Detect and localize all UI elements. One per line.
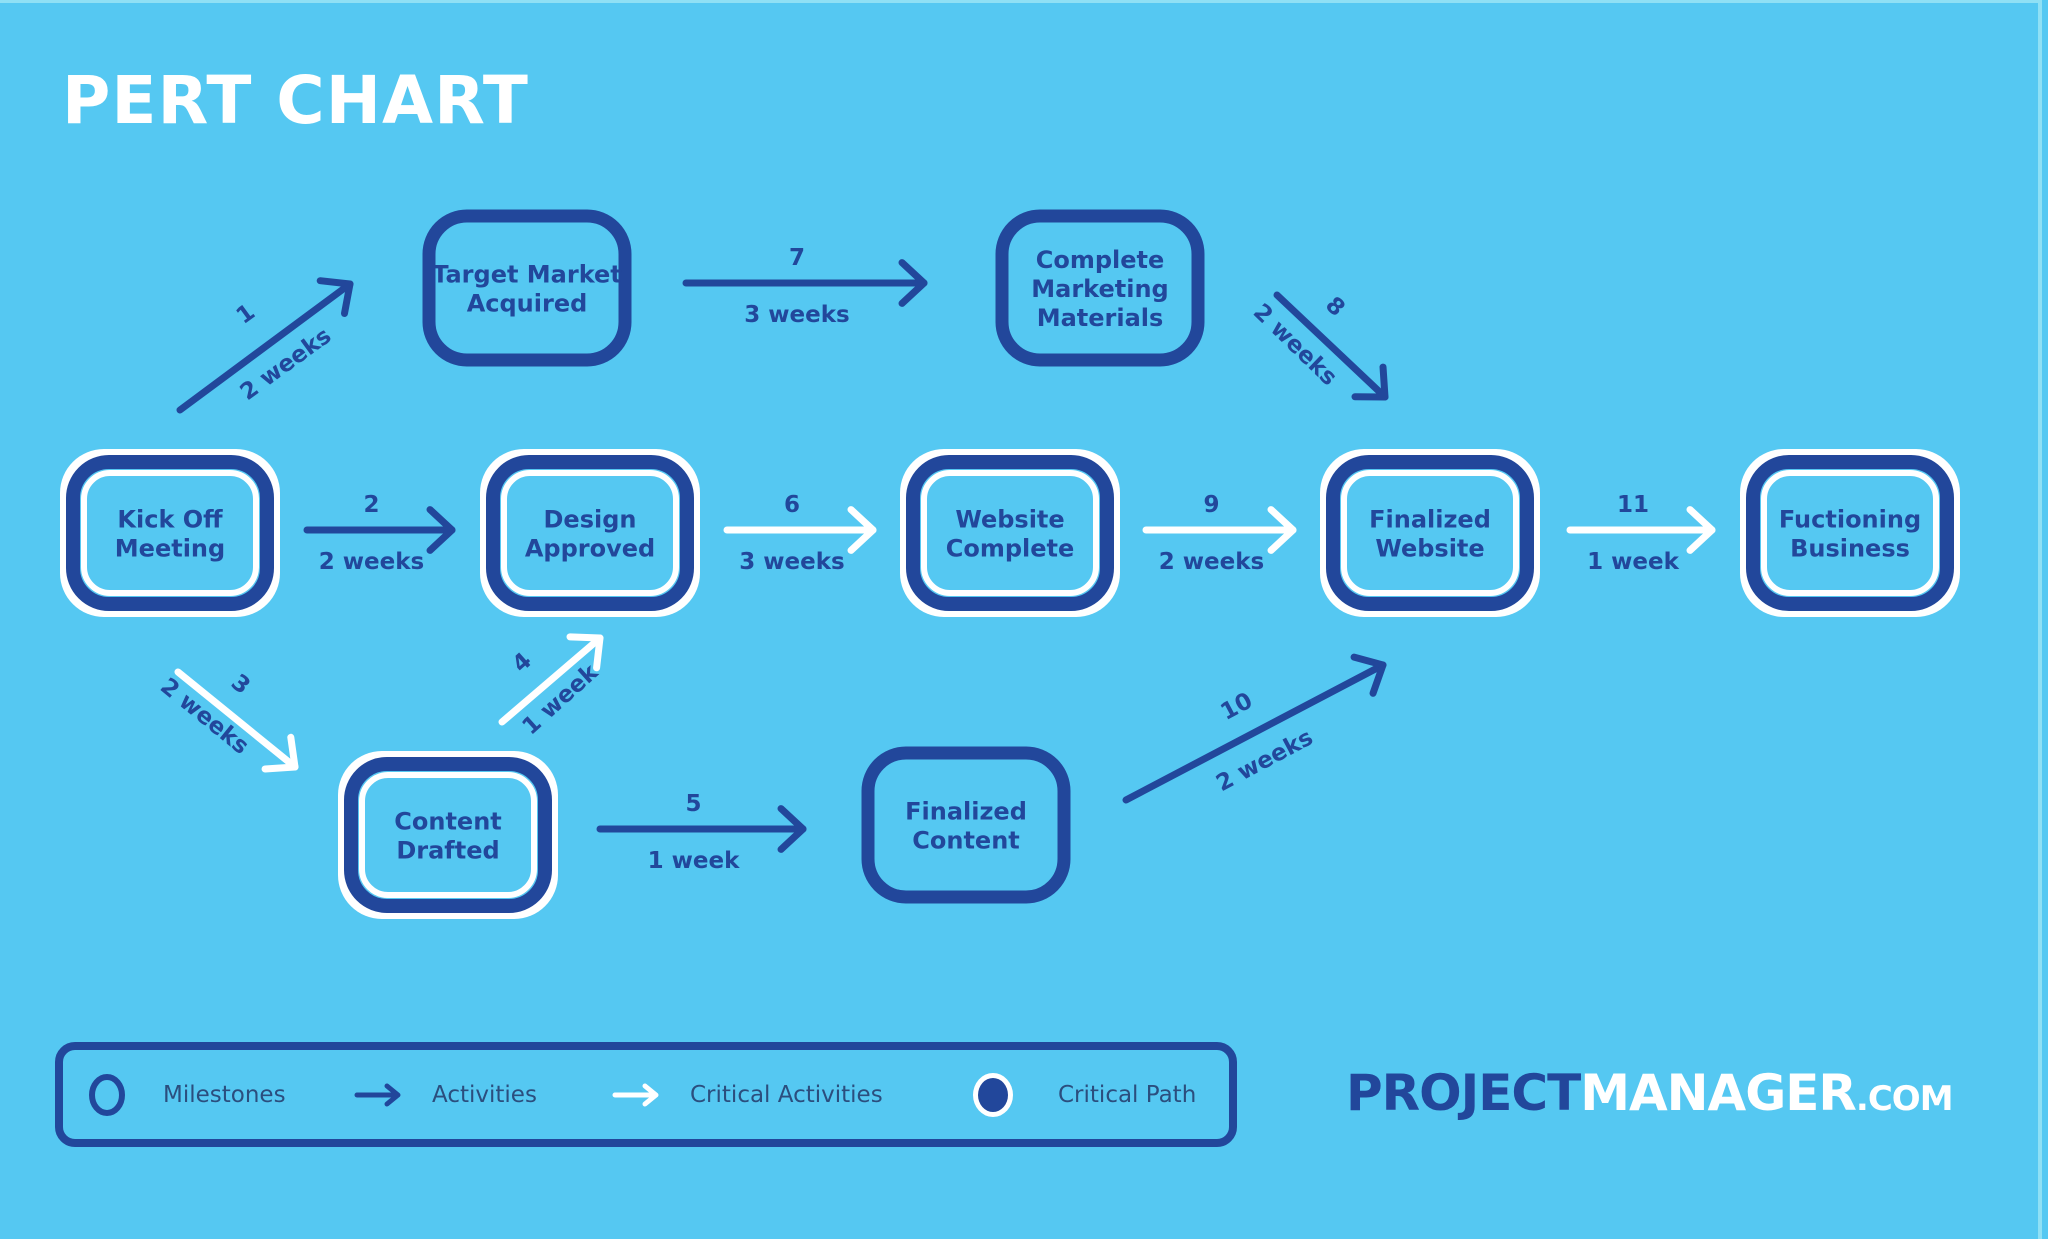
activity-arrow-4: 41 week: [498, 633, 604, 740]
legend-label: Critical Activities: [690, 1081, 883, 1108]
milestone-label: Design: [544, 506, 637, 534]
milestone-label: Finalized: [905, 798, 1027, 826]
projectmanager-logo: PROJECTMANAGER.COM: [1346, 1064, 1954, 1122]
milestone-design: DesignApproved: [480, 449, 700, 617]
activity-arrow-9: 9 2 weeks: [1142, 492, 1297, 575]
milestone-label: Content: [394, 808, 502, 836]
activity-arrow-2: 2 2 weeks: [303, 492, 456, 575]
milestone-label: Marketing: [1031, 275, 1168, 303]
activity-arrow-7: 7 3 weeks: [682, 245, 928, 328]
milestone-marketing: CompleteMarketingMaterials: [995, 209, 1205, 367]
activity-arrow-3: 32 weeks: [155, 668, 299, 773]
milestone-business: FuctioningBusiness: [1740, 449, 1960, 617]
activity-arrow-8: 82 weeks: [1248, 291, 1389, 401]
legend-item-activities: Activities: [353, 1050, 537, 1139]
activity-number: 10: [1216, 688, 1256, 726]
logo-part-manager: MANAGER: [1580, 1064, 1857, 1122]
milestone-label: Drafted: [396, 837, 499, 865]
logo-part-project: PROJECT: [1346, 1064, 1581, 1122]
milestone-label: Target Market: [432, 261, 622, 289]
legend-label: Milestones: [163, 1081, 286, 1108]
legend: Milestones Activities Critical Activitie…: [55, 1042, 1237, 1147]
milestone-label: Approved: [525, 535, 655, 563]
activity-number: 4: [508, 648, 537, 678]
activity-duration: 1 week: [648, 848, 740, 874]
milestone-label: Website: [955, 506, 1064, 534]
activity-number: 7: [789, 245, 805, 271]
activity-number: 11: [1617, 492, 1649, 518]
activity-duration: 3 weeks: [744, 302, 849, 328]
activity-number: 1: [232, 299, 260, 329]
activity-arrow-10: 102 weeks: [1122, 653, 1387, 804]
activity-arrow-11: 11 1 week: [1566, 492, 1716, 575]
milestone-label: Website: [1375, 535, 1484, 563]
milestone-label: Meeting: [115, 535, 225, 563]
activity-duration: 2 weeks: [1159, 549, 1264, 575]
activity-number: 6: [784, 492, 800, 518]
activity-number: 8: [1320, 292, 1350, 322]
activity-duration: 3 weeks: [739, 549, 844, 575]
activity-duration: 1 week: [1587, 549, 1679, 575]
milestone-finalweb: FinalizedWebsite: [1320, 449, 1540, 617]
milestone-label: Kick Off: [117, 506, 223, 534]
activity-arrow-icon: [354, 1083, 401, 1106]
activity-number: 5: [685, 791, 701, 817]
legend-item-milestones: Milestones: [85, 1050, 286, 1139]
milestone-finalcontent: FinalizedContent: [861, 746, 1071, 904]
activity-arrow-1: 12 weeks: [176, 277, 354, 414]
activity-arrow-5: 5 1 week: [596, 791, 807, 874]
activity-number: 2: [363, 492, 379, 518]
milestone-target: Target MarketAcquired: [422, 209, 632, 367]
milestone-label: Acquired: [467, 290, 588, 318]
legend-label: Activities: [432, 1081, 537, 1108]
milestone-content: ContentDrafted: [338, 751, 558, 919]
milestone-label: Complete: [946, 535, 1075, 563]
legend-item-critical-path: Critical Path: [968, 1050, 1196, 1139]
milestone-label: Finalized: [1369, 506, 1491, 534]
milestone-label: Fuctioning: [1779, 506, 1921, 534]
critical-path-dot-icon: [973, 1072, 1013, 1117]
milestone-circle-icon: [89, 1073, 125, 1116]
activity-number: 3: [226, 669, 255, 699]
milestone-label: Complete: [1036, 246, 1165, 274]
milestone-label: Business: [1790, 535, 1910, 563]
milestone-label: Content: [912, 827, 1020, 855]
activity-duration: 2 weeks: [1212, 725, 1317, 797]
milestone-label: Materials: [1037, 304, 1164, 332]
critical-activity-arrow-icon: [612, 1083, 659, 1106]
milestone-website: WebsiteComplete: [900, 449, 1120, 617]
activity-duration: 2 weeks: [319, 549, 424, 575]
legend-label: Critical Path: [1058, 1081, 1197, 1108]
logo-part-com: .COM: [1855, 1079, 1954, 1119]
activity-arrow-6: 6 3 weeks: [723, 492, 877, 575]
milestone-kickoff: Kick OffMeeting: [60, 449, 280, 617]
activity-number: 9: [1203, 492, 1219, 518]
legend-item-critical-activities: Critical Activities: [611, 1050, 883, 1139]
